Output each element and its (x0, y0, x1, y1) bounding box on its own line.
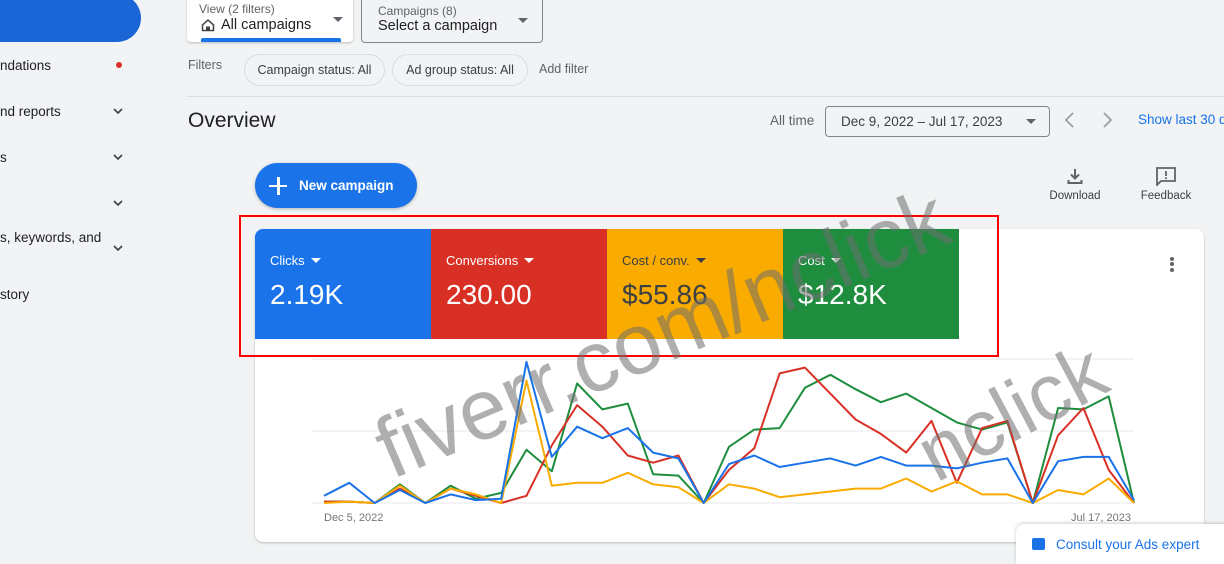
download-button[interactable]: Download (1040, 166, 1110, 202)
chevron-down-icon (113, 245, 123, 252)
feedback-button[interactable]: Feedback (1131, 166, 1201, 202)
campaign-selector-value: Select a campaign (378, 18, 498, 34)
dropdown-caret-icon (1026, 119, 1036, 124)
performance-card: Clicks 2.19K Conversions 230.00 Cost / c… (255, 229, 1204, 542)
feedback-label: Feedback (1140, 190, 1192, 202)
sidebar-item-label: ndations (0, 57, 52, 73)
x-axis-start-label: Dec 5, 2022 (324, 512, 384, 524)
chevron-down-icon (113, 154, 123, 161)
date-range-label: All time (770, 113, 815, 128)
filters-label: Filters (188, 58, 223, 72)
download-label: Download (1049, 190, 1101, 202)
view-selector-caption: View (2 filters) (199, 2, 275, 16)
sidebar-item-label: nd reports (0, 103, 61, 119)
sidebar-item-audiences-keywords[interactable]: s, keywords, and (0, 222, 140, 266)
campaign-selector[interactable]: Campaigns (8) Select a campaign (361, 0, 543, 43)
chevron-left-icon (1064, 112, 1074, 128)
new-campaign-button[interactable]: New campaign (255, 163, 417, 208)
dropdown-caret-icon (518, 18, 528, 23)
divider (187, 96, 1224, 97)
feedback-icon (1156, 167, 1176, 186)
download-icon (1067, 169, 1083, 184)
x-axis-end-label: Jul 17, 2023 (1071, 512, 1131, 524)
sidebar-item-label: story (0, 286, 30, 302)
notification-dot-icon (116, 62, 122, 68)
sidebar-item-assets[interactable] (0, 185, 140, 221)
consult-ads-expert-button[interactable]: Consult your Ads expert (1016, 524, 1224, 564)
campaign-status-filter-chip[interactable]: Campaign status: All (244, 54, 385, 86)
add-filter-button[interactable]: Add filter (539, 62, 588, 76)
sidebar-item-change-history[interactable]: story (0, 276, 140, 312)
sidebar-item-label: s, keywords, and (0, 230, 102, 245)
calendar-icon (1032, 538, 1045, 550)
sidebar-item-campaigns[interactable]: s (0, 139, 140, 175)
chevron-right-icon (1103, 112, 1113, 128)
home-icon (201, 18, 215, 32)
sidebar-item-label: s (0, 149, 7, 165)
page-title: Overview (188, 109, 276, 132)
sidebar: ndations nd reports s s, keywords, and s… (0, 0, 180, 546)
previous-period-button[interactable] (1060, 110, 1080, 130)
campaign-selector-caption: Campaigns (8) (378, 4, 457, 18)
chevron-down-icon (113, 200, 123, 207)
sidebar-item-insights-and-reports[interactable]: nd reports (0, 93, 140, 129)
performance-line-chart (312, 358, 1135, 504)
series-line-clicks (323, 360, 1135, 504)
chevron-down-icon (113, 108, 123, 115)
date-range-value: Dec 9, 2022 – Jul 17, 2023 (841, 114, 1003, 129)
view-selector[interactable]: View (2 filters) All campaigns (187, 0, 353, 42)
series-line-conversions (324, 366, 1135, 504)
date-range-selector[interactable]: Dec 9, 2022 – Jul 17, 2023 (825, 106, 1050, 137)
show-last-30-days-link[interactable]: Show last 30 d (1138, 112, 1224, 127)
view-selector-active-bar (201, 38, 341, 42)
consult-label: Consult your Ads expert (1056, 537, 1200, 552)
new-campaign-label: New campaign (299, 178, 394, 193)
sidebar-item-recommendations[interactable]: ndations (0, 47, 140, 83)
dropdown-caret-icon (333, 17, 343, 22)
plus-icon (269, 176, 287, 195)
sidebar-active-item[interactable] (0, 0, 141, 42)
ad-group-status-filter-chip[interactable]: Ad group status: All (392, 54, 528, 86)
next-period-button[interactable] (1097, 110, 1117, 130)
view-selector-value: All campaigns (221, 17, 312, 33)
